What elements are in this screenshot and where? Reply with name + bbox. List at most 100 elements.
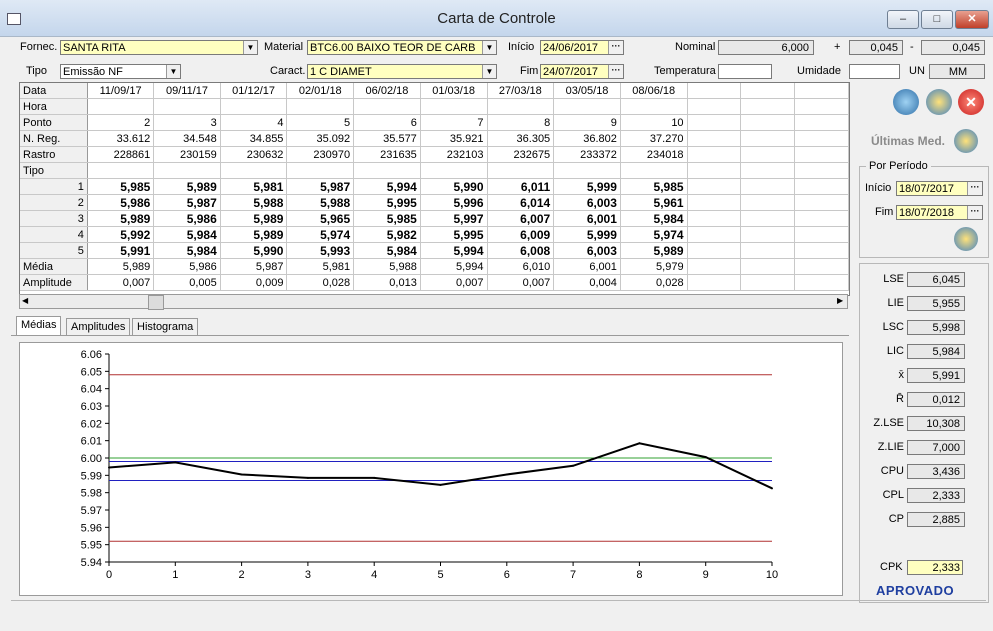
table-cell[interactable]: 234018 <box>620 146 688 163</box>
scroll-thumb[interactable] <box>148 295 164 310</box>
table-cell[interactable] <box>740 258 796 275</box>
table-cell[interactable]: 5,997 <box>420 210 488 227</box>
table-cell[interactable]: 5,987 <box>153 194 221 211</box>
table-cell[interactable] <box>740 130 796 147</box>
table-cell[interactable]: 0,004 <box>553 274 621 291</box>
fornec-dropdown[interactable]: SANTA RITA ▼ <box>60 40 258 55</box>
table-cell[interactable]: 6,007 <box>487 210 555 227</box>
table-cell[interactable]: 35.577 <box>353 130 421 147</box>
table-cell[interactable]: 5,984 <box>353 242 421 259</box>
table-cell[interactable]: 5,994 <box>353 178 421 195</box>
table-cell[interactable] <box>286 162 355 179</box>
table-cell[interactable] <box>740 83 796 99</box>
table-cell[interactable]: 5,994 <box>420 242 488 259</box>
scroll-right-icon[interactable]: ▶ <box>837 296 843 305</box>
periodo-inicio-field[interactable]: 18/07/2017 ··· <box>896 181 983 196</box>
date-picker-button[interactable]: ··· <box>967 206 982 219</box>
table-cell[interactable] <box>153 98 221 115</box>
table-cell[interactable] <box>687 130 742 147</box>
table-cell[interactable]: 5,988 <box>353 258 421 275</box>
table-cell[interactable]: 5,974 <box>286 226 355 243</box>
table-cell[interactable] <box>687 258 742 275</box>
table-cell[interactable]: 5,999 <box>553 226 621 243</box>
table-cell[interactable] <box>687 242 742 259</box>
table-cell[interactable] <box>353 162 421 179</box>
table-cell[interactable]: 8 <box>487 114 555 131</box>
table-cell[interactable] <box>153 162 221 179</box>
ultimas-refresh-icon[interactable] <box>954 129 978 153</box>
table-cell[interactable]: 08/06/18 <box>620 83 688 99</box>
maximize-button[interactable]: □ <box>921 10 953 29</box>
table-cell[interactable] <box>553 162 621 179</box>
table-cell[interactable]: 5,986 <box>153 210 221 227</box>
tab-histograma[interactable]: Histograma <box>132 318 199 335</box>
table-cell[interactable] <box>687 98 742 115</box>
table-cell[interactable] <box>740 146 796 163</box>
table-cell[interactable] <box>553 98 621 115</box>
table-cell[interactable]: 5,994 <box>420 258 488 275</box>
table-cell[interactable]: 5,965 <box>286 210 355 227</box>
table-cell[interactable]: 228861 <box>87 146 155 163</box>
table-cell[interactable] <box>794 178 849 195</box>
table-cell[interactable]: 33.612 <box>87 130 155 147</box>
table-cell[interactable]: 5,984 <box>153 226 221 243</box>
table-cell[interactable]: 0,007 <box>487 274 555 291</box>
table-cell[interactable]: 5,984 <box>620 210 688 227</box>
table-cell[interactable]: 5,992 <box>87 226 155 243</box>
table-cell[interactable] <box>620 162 688 179</box>
table-cell[interactable]: 2 <box>87 114 155 131</box>
table-cell[interactable]: 6,001 <box>553 210 621 227</box>
close-button[interactable]: ✕ <box>955 10 989 29</box>
table-cell[interactable]: 5,987 <box>220 258 288 275</box>
date-picker-button[interactable]: ··· <box>608 65 623 78</box>
inicio-date-field[interactable]: 24/06/2017 ··· <box>540 40 624 55</box>
table-cell[interactable]: 5,990 <box>220 242 288 259</box>
scroll-left-icon[interactable]: ◀ <box>22 296 28 305</box>
table-cell[interactable] <box>687 274 742 291</box>
table-cell[interactable]: 3 <box>153 114 221 131</box>
table-cell[interactable]: 5,989 <box>87 258 155 275</box>
table-cell[interactable] <box>487 162 555 179</box>
table-cell[interactable] <box>740 226 796 243</box>
table-cell[interactable]: 5,989 <box>620 242 688 259</box>
chevron-down-icon[interactable]: ▼ <box>482 41 496 54</box>
table-cell[interactable]: 5,989 <box>220 210 288 227</box>
table-cell[interactable] <box>740 114 796 131</box>
table-cell[interactable] <box>687 146 742 163</box>
table-cell[interactable]: 6,014 <box>487 194 555 211</box>
table-cell[interactable]: 0,005 <box>153 274 221 291</box>
table-cell[interactable] <box>794 162 849 179</box>
table-cell[interactable]: 01/03/18 <box>420 83 488 99</box>
table-cell[interactable]: 5,987 <box>286 178 355 195</box>
table-cell[interactable]: 34.548 <box>153 130 221 147</box>
table-cell[interactable]: 232675 <box>487 146 555 163</box>
table-cell[interactable]: 5,995 <box>420 226 488 243</box>
table-cell[interactable] <box>794 226 849 243</box>
table-cell[interactable]: 5,974 <box>620 226 688 243</box>
table-cell[interactable] <box>353 98 421 115</box>
table-cell[interactable] <box>687 226 742 243</box>
table-cell[interactable]: 36.305 <box>487 130 555 147</box>
table-cell[interactable]: 09/11/17 <box>153 83 221 99</box>
table-cell[interactable] <box>420 162 488 179</box>
table-cell[interactable]: 5,979 <box>620 258 688 275</box>
table-cell[interactable]: 5,990 <box>420 178 488 195</box>
table-cell[interactable]: 0,028 <box>620 274 688 291</box>
table-cell[interactable]: 4 <box>220 114 288 131</box>
table-cell[interactable]: 5,986 <box>153 258 221 275</box>
table-cell[interactable] <box>794 146 849 163</box>
table-cell[interactable] <box>740 274 796 291</box>
table-cell[interactable]: 35.092 <box>286 130 355 147</box>
table-cell[interactable]: 0,028 <box>286 274 355 291</box>
print-icon[interactable] <box>893 89 919 115</box>
table-cell[interactable]: 5,986 <box>87 194 155 211</box>
table-cell[interactable] <box>687 83 742 99</box>
tipo-dropdown[interactable]: Emissão NF ▼ <box>60 64 181 79</box>
table-cell[interactable] <box>687 114 742 131</box>
cancel-icon[interactable]: ✕ <box>958 89 984 115</box>
table-cell[interactable] <box>620 98 688 115</box>
table-cell[interactable]: 6,009 <box>487 226 555 243</box>
table-cell[interactable]: 6,010 <box>487 258 555 275</box>
date-picker-button[interactable]: ··· <box>608 41 623 54</box>
table-cell[interactable] <box>687 194 742 211</box>
